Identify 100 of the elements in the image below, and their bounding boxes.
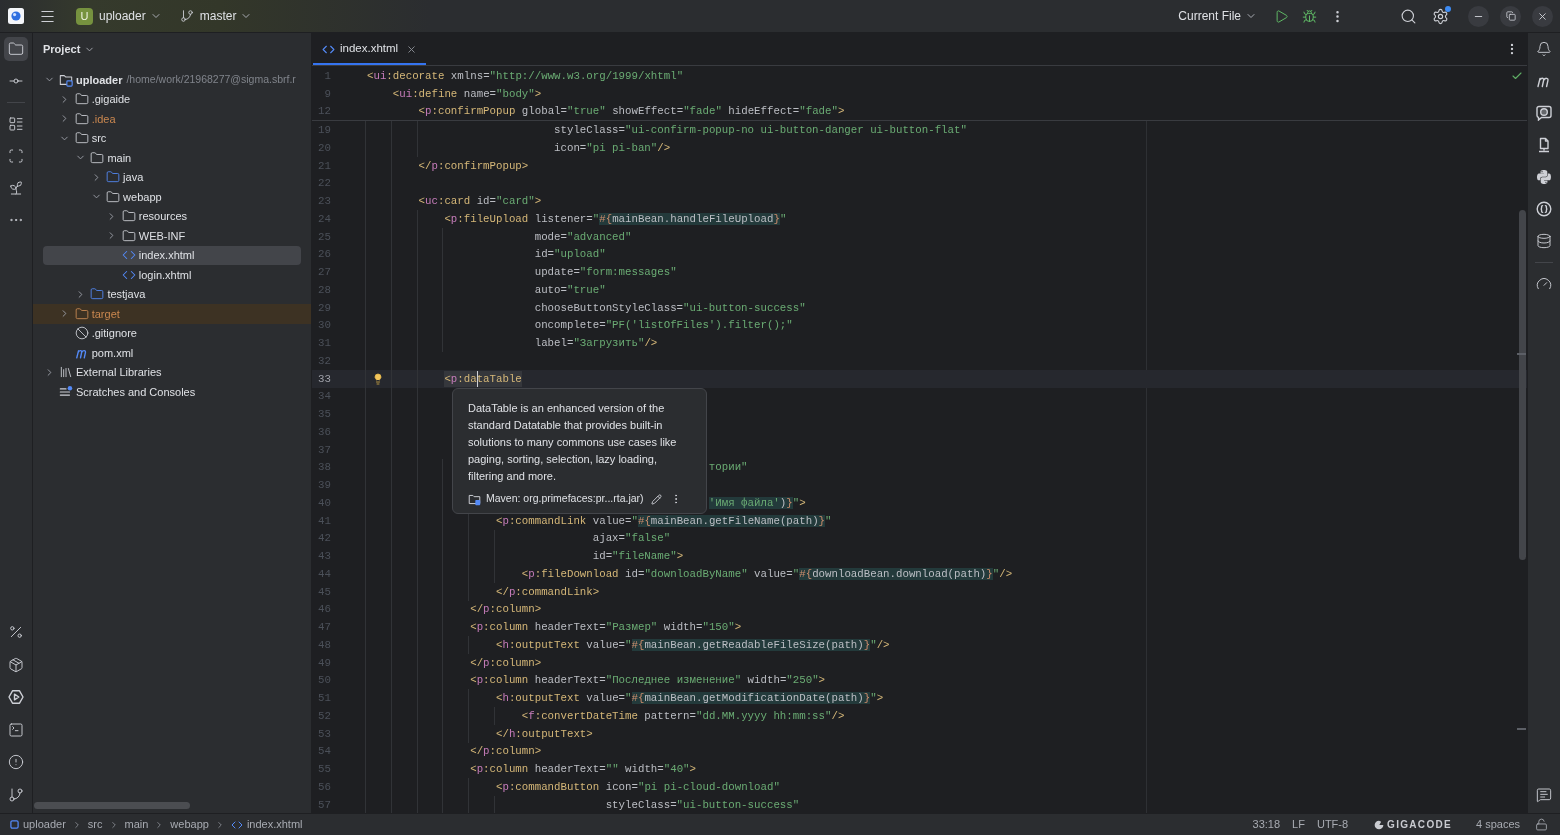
tree-item[interactable]: webapp: [43, 187, 301, 207]
settings-icon[interactable]: [1432, 7, 1449, 25]
tree-item[interactable]: main: [43, 148, 301, 168]
structure-icon: [8, 116, 24, 132]
tree-item[interactable]: login.xhtml: [43, 265, 301, 285]
restore-button[interactable]: [1500, 5, 1521, 27]
git-branch-icon: [8, 787, 24, 803]
code-line: <p:commandLink value="#{mainBean.getFileName(path)}": [496, 513, 832, 529]
code-line: update="form:messages": [534, 265, 677, 281]
workspace-switcher[interactable]: U uploader: [72, 3, 166, 29]
tree-item-path: /home/work/21968277@sigma.sbrf.r: [126, 71, 296, 87]
close-icon[interactable]: [406, 43, 418, 55]
ban-icon: [74, 326, 89, 341]
tree-item[interactable]: uploader /home/work/21968277@sigma.sbrf.r: [43, 70, 301, 90]
tree-item[interactable]: Scratches and Consoles: [43, 382, 301, 402]
tool-window-button[interactable]: [4, 37, 28, 61]
code-line: mode="advanced": [534, 229, 632, 245]
folder-icon: [90, 287, 105, 302]
tree-item[interactable]: pom.xml: [43, 343, 301, 363]
check-icon[interactable]: [1511, 70, 1523, 82]
chat-bubble-icon: [1536, 105, 1552, 121]
code-line: <f:convertDateTime pattern="dd.MM.yyyy hh:mm:ss"/>: [521, 708, 845, 724]
code-line: ajax="false": [592, 531, 671, 547]
code-line: chooseButtonStyleClass="ui-button-success": [534, 300, 806, 316]
tree-item-label: target: [91, 306, 120, 322]
breadcrumb[interactable]: uploader: [10, 816, 66, 833]
breadcrumb[interactable]: src: [87, 816, 103, 833]
code-line: auto="true": [534, 282, 606, 298]
code-line: <uc:card id="card">: [418, 194, 542, 210]
tree-item[interactable]: resources: [43, 206, 301, 226]
branch-selector[interactable]: master: [175, 3, 257, 29]
tree-item[interactable]: WEB-INF: [43, 226, 301, 246]
horizontal-scrollbar[interactable]: [34, 802, 190, 809]
folder-icon: [74, 306, 89, 321]
library-source: Maven: org.primefaces:pr...rta.jar): [486, 491, 644, 507]
git-branch-icon: [179, 9, 194, 23]
code-line: <p:confirmPopup global="true" showEffect="fade" hideEffect="fade">: [418, 104, 845, 120]
code-line: тории": [708, 460, 748, 476]
vertical-scrollbar[interactable]: [1519, 210, 1526, 560]
code-line: id="fileName">: [592, 549, 684, 565]
breadcrumb[interactable]: index.xhtml: [230, 816, 303, 833]
tree-item[interactable]: target: [33, 304, 311, 324]
code-line: <p:fileDownload id="downloadByName" value="#{downloadBean.download(path)}"/>: [521, 566, 1013, 582]
code-line: label="Загрузить"/>: [534, 336, 658, 352]
open-lock-icon[interactable]: [1535, 818, 1548, 831]
bug-icon[interactable]: [1302, 8, 1317, 24]
line-number: 33: [317, 371, 331, 387]
leaf-icon: [8, 180, 24, 196]
tree-item[interactable]: External Libraries: [43, 362, 301, 382]
pencil-icon[interactable]: [650, 493, 662, 505]
close-icon: [1537, 10, 1548, 22]
tree-item[interactable]: testjava: [43, 284, 301, 304]
folder-icon: [74, 131, 89, 146]
run-icon[interactable]: [1274, 8, 1289, 24]
line-separator[interactable]: LF: [1286, 816, 1311, 833]
folder-icon: [106, 189, 121, 204]
tree-item[interactable]: .gigaide: [43, 89, 301, 109]
lightbulb-icon[interactable]: [372, 372, 384, 385]
code-line: id="upload": [534, 247, 606, 263]
indentation[interactable]: 4 spaces: [1469, 816, 1526, 833]
code-line: <h:outputText value="#{mainBean.getReadableFileSize(path)}"/>: [496, 637, 890, 653]
panel-title-dropdown[interactable]: Project: [43, 40, 96, 58]
tree-item[interactable]: .gitignore: [43, 323, 301, 343]
folder-icon: [90, 150, 105, 165]
tree-item-label: .idea: [91, 111, 116, 127]
breadcrumb[interactable]: webapp: [170, 816, 209, 833]
tree-item-label: index.xhtml: [138, 248, 195, 263]
tree-item-label: resources: [138, 209, 188, 224]
search-icon[interactable]: [1400, 7, 1417, 25]
tree-item-label: uploader: [76, 72, 123, 88]
run-configuration-selector[interactable]: Current File: [1174, 3, 1261, 29]
scratch-list-icon: [59, 384, 73, 399]
braces-circle-icon: [1536, 201, 1552, 217]
package-icon: [8, 656, 24, 673]
bell-icon: [1536, 41, 1552, 57]
code-line: </p:column>: [470, 602, 542, 618]
gauge-icon: [1536, 276, 1552, 292]
tree-item[interactable]: src: [43, 128, 301, 148]
app-logo-icon[interactable]: [8, 8, 24, 24]
alert-circle-icon: [8, 754, 24, 771]
assistant-widget[interactable]: GIGACODE: [1368, 817, 1458, 832]
close-button[interactable]: [1532, 5, 1553, 27]
code-line: <p:fileUpload listener="#{mainBean.handleFileUpload}": [444, 211, 787, 227]
code-line: </p:column>: [470, 655, 542, 671]
tree-item-label: java: [123, 170, 144, 185]
code-line: styleClass="ui-confirm-popup-no ui-button-danger ui-button-flat": [554, 123, 967, 139]
caret-position[interactable]: 33:18: [1246, 816, 1287, 833]
document-icon: [1536, 137, 1552, 153]
tree-item[interactable]: java: [43, 167, 301, 187]
code-line: <p:column headerText="Последнее изменение" width="250">: [470, 673, 826, 689]
folder-icon: [74, 92, 89, 107]
code-line: <p:column headerText="" width="40">: [470, 762, 697, 778]
folder-icon: [121, 209, 136, 224]
breadcrumb[interactable]: main: [124, 816, 149, 833]
file-encoding[interactable]: UTF-8: [1310, 816, 1355, 833]
tree-item[interactable]: .idea: [43, 109, 301, 129]
tree-item[interactable]: index.xhtml: [43, 245, 301, 265]
code-line: oncomplete="PF('listOfFiles').filter();": [534, 318, 793, 334]
folder-icon: [8, 41, 24, 57]
tree-item-label: login.xhtml: [138, 267, 192, 283]
